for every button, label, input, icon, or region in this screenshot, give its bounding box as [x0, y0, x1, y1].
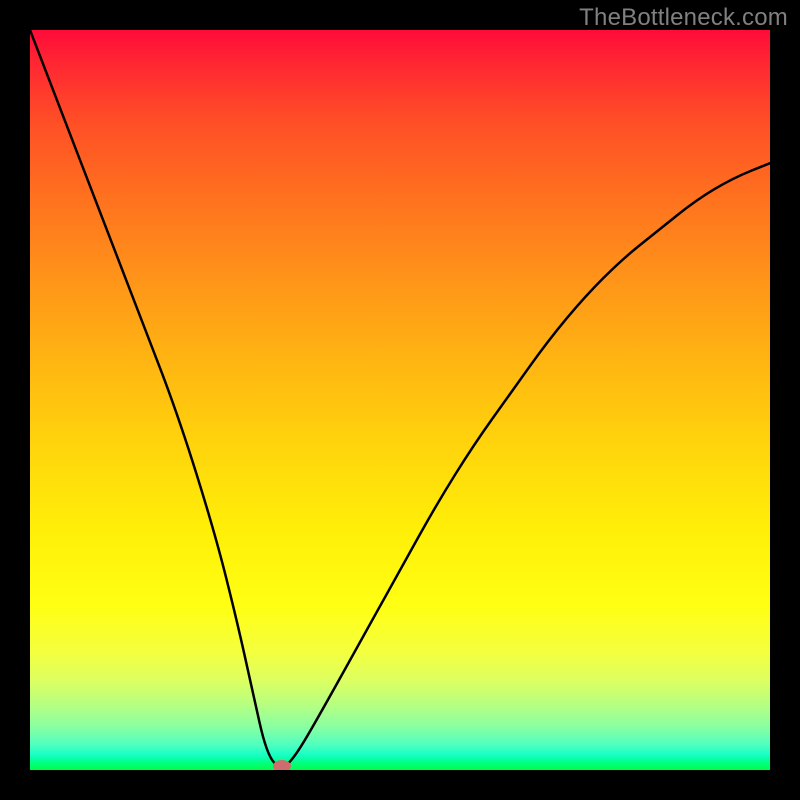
minimum-marker-icon — [273, 760, 291, 770]
plot-area — [30, 30, 770, 770]
bottleneck-curve — [30, 30, 770, 770]
chart-frame: TheBottleneck.com — [0, 0, 800, 800]
watermark-text: TheBottleneck.com — [579, 4, 788, 32]
